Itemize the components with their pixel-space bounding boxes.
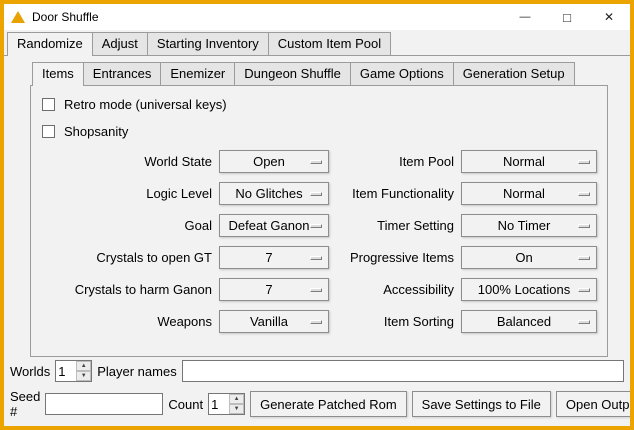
logic-level-value: No Glitches (235, 186, 312, 201)
dropdown-indicator-icon (310, 192, 322, 196)
shopsanity-label: Shopsanity (64, 124, 128, 139)
worlds-input[interactable] (56, 361, 76, 381)
footer-row-1: Worlds ▲ ▼ Player names (10, 360, 624, 382)
spin-down-icon[interactable]: ▼ (76, 371, 91, 381)
item-sorting-dropdown[interactable]: Balanced (461, 310, 597, 333)
tab-game-options[interactable]: Game Options (350, 62, 454, 85)
crystals-ganon-value: 7 (265, 282, 282, 297)
window: Door Shuffle — □ ✕ Randomize Adjust Star… (0, 0, 634, 430)
dropdown-indicator-icon (578, 288, 590, 292)
item-functionality-value: Normal (503, 186, 555, 201)
seed-input[interactable] (45, 393, 163, 415)
item-functionality-label: Item Functionality (336, 186, 454, 201)
tab-items[interactable]: Items (32, 62, 84, 86)
tab-custom-item-pool[interactable]: Custom Item Pool (268, 32, 391, 55)
retro-mode-label: Retro mode (universal keys) (64, 97, 227, 112)
footer: Worlds ▲ ▼ Player names Seed # Count (4, 360, 630, 426)
weapons-label: Weapons (37, 314, 212, 329)
open-output-directory-button[interactable]: Open Output Directory (556, 391, 630, 417)
window-body: Door Shuffle — □ ✕ Randomize Adjust Star… (4, 4, 630, 426)
footer-row-2: Seed # Count ▲ ▼ Generate Patched Rom Sa… (10, 389, 624, 419)
close-icon[interactable]: ✕ (588, 4, 630, 30)
accessibility-label: Accessibility (336, 282, 454, 297)
logic-level-label: Logic Level (37, 186, 212, 201)
player-names-label: Player names (97, 364, 176, 379)
tab-entrances[interactable]: Entrances (83, 62, 162, 85)
shopsanity-checkbox[interactable]: Shopsanity (42, 123, 601, 140)
titlebar: Door Shuffle — □ ✕ (4, 4, 630, 30)
count-input[interactable] (209, 394, 229, 414)
save-settings-button[interactable]: Save Settings to File (412, 391, 551, 417)
crystals-ganon-dropdown[interactable]: 7 (219, 278, 329, 301)
count-stepper[interactable]: ▲ ▼ (208, 393, 245, 415)
secondary-tab-bar: Items Entrances Enemizer Dungeon Shuffle… (30, 62, 608, 85)
maximize-icon[interactable]: □ (546, 4, 588, 30)
primary-tab-bar: Randomize Adjust Starting Inventory Cust… (4, 32, 630, 56)
crystals-gt-value: 7 (265, 250, 282, 265)
timer-setting-value: No Timer (498, 218, 561, 233)
player-names-input[interactable] (182, 360, 624, 382)
settings-grid: World State Open Item Pool Normal Logic … (37, 150, 601, 333)
crystals-gt-label: Crystals to open GT (37, 250, 212, 265)
spin-up-icon[interactable]: ▲ (76, 361, 91, 371)
accessibility-value: 100% Locations (478, 282, 581, 297)
tab-enemizer[interactable]: Enemizer (160, 62, 235, 85)
window-controls: — □ ✕ (504, 4, 630, 30)
world-state-dropdown[interactable]: Open (219, 150, 329, 173)
progressive-items-label: Progressive Items (336, 250, 454, 265)
world-state-label: World State (37, 154, 212, 169)
world-state-value: Open (253, 154, 295, 169)
spin-down-icon[interactable]: ▼ (229, 404, 244, 414)
app-icon (11, 11, 25, 23)
dropdown-indicator-icon (310, 224, 322, 228)
goal-value: Defeat Ganon (229, 218, 320, 233)
minimize-icon[interactable]: — (504, 4, 546, 30)
weapons-value: Vanilla (250, 314, 298, 329)
dropdown-indicator-icon (578, 224, 590, 228)
items-page: Retro mode (universal keys) Shopsanity W… (30, 85, 608, 357)
item-sorting-label: Item Sorting (336, 314, 454, 329)
generate-patched-rom-button[interactable]: Generate Patched Rom (250, 391, 407, 417)
checkbox-icon[interactable] (42, 98, 55, 111)
dropdown-indicator-icon (578, 256, 590, 260)
item-pool-dropdown[interactable]: Normal (461, 150, 597, 173)
item-functionality-dropdown[interactable]: Normal (461, 182, 597, 205)
timer-setting-label: Timer Setting (336, 218, 454, 233)
goal-dropdown[interactable]: Defeat Ganon (219, 214, 329, 237)
spin-up-icon[interactable]: ▲ (229, 394, 244, 404)
dropdown-indicator-icon (310, 160, 322, 164)
tab-adjust[interactable]: Adjust (92, 32, 148, 55)
crystals-gt-dropdown[interactable]: 7 (219, 246, 329, 269)
progressive-items-dropdown[interactable]: On (461, 246, 597, 269)
logic-level-dropdown[interactable]: No Glitches (219, 182, 329, 205)
worlds-stepper[interactable]: ▲ ▼ (55, 360, 92, 382)
retro-mode-checkbox[interactable]: Retro mode (universal keys) (42, 96, 601, 113)
accessibility-dropdown[interactable]: 100% Locations (461, 278, 597, 301)
checkbox-icon[interactable] (42, 125, 55, 138)
crystals-ganon-label: Crystals to harm Ganon (37, 282, 212, 297)
item-pool-value: Normal (503, 154, 555, 169)
dropdown-indicator-icon (578, 320, 590, 324)
dropdown-indicator-icon (578, 160, 590, 164)
window-title: Door Shuffle (32, 10, 99, 24)
tab-dungeon-shuffle[interactable]: Dungeon Shuffle (234, 62, 351, 85)
dropdown-indicator-icon (310, 288, 322, 292)
count-label: Count (168, 397, 203, 412)
dropdown-indicator-icon (310, 256, 322, 260)
tab-starting-inventory[interactable]: Starting Inventory (147, 32, 269, 55)
goal-label: Goal (37, 218, 212, 233)
count-stepper-arrows: ▲ ▼ (229, 394, 244, 414)
worlds-label: Worlds (10, 364, 50, 379)
item-pool-label: Item Pool (336, 154, 454, 169)
timer-setting-dropdown[interactable]: No Timer (461, 214, 597, 237)
progressive-items-value: On (515, 250, 542, 265)
dropdown-indicator-icon (310, 320, 322, 324)
worlds-stepper-arrows: ▲ ▼ (76, 361, 91, 381)
item-sorting-value: Balanced (497, 314, 561, 329)
weapons-dropdown[interactable]: Vanilla (219, 310, 329, 333)
dropdown-indicator-icon (578, 192, 590, 196)
tab-randomize[interactable]: Randomize (7, 32, 93, 56)
seed-label: Seed # (10, 389, 40, 419)
tab-generation-setup[interactable]: Generation Setup (453, 62, 575, 85)
